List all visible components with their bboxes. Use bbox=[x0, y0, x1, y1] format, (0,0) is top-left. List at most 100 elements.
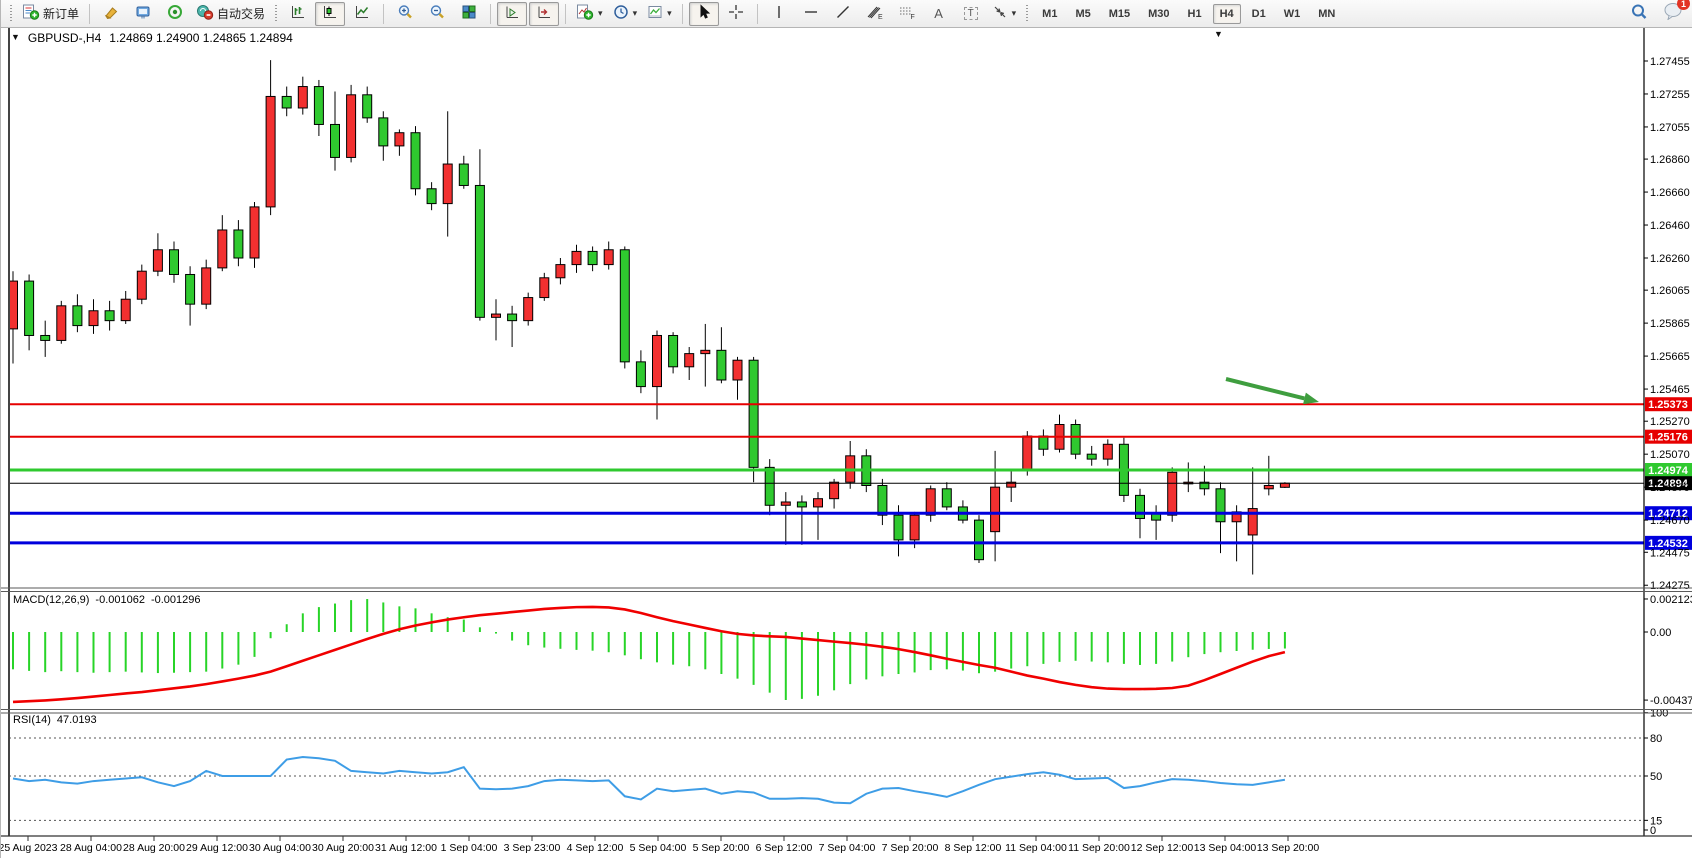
toolbar: 新订单 自动交易 bbox=[1, 0, 1692, 28]
toolbar-right: 1 bbox=[1623, 2, 1689, 26]
chart-shift-icon bbox=[536, 4, 552, 23]
vertical-line-icon bbox=[773, 4, 785, 23]
candlestick-chart-button[interactable] bbox=[315, 2, 345, 26]
candles-layer bbox=[9, 60, 1290, 574]
svg-text:3 Sep 23:00: 3 Sep 23:00 bbox=[504, 842, 561, 854]
svg-text:1.26260: 1.26260 bbox=[1650, 253, 1690, 265]
cursor-tool-button[interactable] bbox=[689, 2, 719, 26]
tab-timeframe-M5[interactable]: M5 bbox=[1068, 4, 1097, 24]
chat-icon bbox=[1663, 7, 1683, 24]
svg-text:1.25865: 1.25865 bbox=[1650, 318, 1690, 330]
auto-trading-button[interactable]: 自动交易 bbox=[192, 2, 269, 26]
svg-text:-0.004378: -0.004378 bbox=[1650, 695, 1692, 707]
svg-text:E: E bbox=[878, 14, 883, 20]
toolbar-separator bbox=[682, 4, 683, 24]
svg-text:4 Sep 12:00: 4 Sep 12:00 bbox=[567, 842, 624, 854]
chevron-down-icon: ▾ bbox=[667, 8, 672, 19]
new-order-button[interactable]: 新订单 bbox=[18, 2, 83, 26]
toolbar-grip[interactable] bbox=[274, 5, 278, 23]
zoom-in-icon bbox=[397, 4, 413, 23]
tab-timeframe-M15[interactable]: M15 bbox=[1102, 4, 1137, 24]
tab-timeframe-D1[interactable]: D1 bbox=[1245, 4, 1273, 24]
equidistant-channel-tool[interactable]: E bbox=[860, 2, 890, 26]
svg-text:1.26660: 1.26660 bbox=[1650, 187, 1690, 199]
svg-text:1 Sep 04:00: 1 Sep 04:00 bbox=[441, 842, 498, 854]
trendline-tool[interactable] bbox=[828, 2, 858, 26]
tab-timeframe-H1[interactable]: H1 bbox=[1181, 4, 1209, 24]
line-chart-button[interactable] bbox=[347, 2, 377, 26]
templates-button[interactable]: ▾ bbox=[643, 2, 676, 26]
svg-text:1.24475: 1.24475 bbox=[1650, 547, 1690, 559]
svg-text:1.25665: 1.25665 bbox=[1650, 351, 1690, 363]
chat-button[interactable]: 1 bbox=[1663, 2, 1683, 25]
svg-text:28 Aug 20:00: 28 Aug 20:00 bbox=[123, 842, 185, 854]
tab-timeframe-W1[interactable]: W1 bbox=[1277, 4, 1308, 24]
chart-canvas[interactable]: 1.253731.251761.249741.248941.247121.245… bbox=[1, 0, 1692, 858]
trendline-icon bbox=[835, 4, 851, 23]
vertical-line-tool[interactable] bbox=[764, 2, 794, 26]
editor-icon bbox=[135, 4, 151, 23]
periods-button[interactable]: ▾ bbox=[609, 2, 642, 26]
auto-scroll-button[interactable] bbox=[497, 2, 527, 26]
svg-text:1.24974: 1.24974 bbox=[1648, 465, 1689, 477]
text-tool[interactable]: A bbox=[924, 2, 954, 26]
svg-text:0.002123: 0.002123 bbox=[1650, 594, 1692, 606]
svg-text:31 Aug 12:00: 31 Aug 12:00 bbox=[375, 842, 437, 854]
tab-timeframe-M30[interactable]: M30 bbox=[1141, 4, 1176, 24]
zoom-out-icon bbox=[429, 4, 445, 23]
toolbar-grip[interactable] bbox=[1025, 5, 1029, 23]
svg-text:50: 50 bbox=[1650, 771, 1662, 783]
metaeditor-button[interactable] bbox=[128, 2, 158, 26]
bar-chart-button[interactable] bbox=[283, 2, 313, 26]
mt4-window: 新订单 自动交易 bbox=[0, 0, 1692, 858]
tab-timeframe-MN[interactable]: MN bbox=[1311, 4, 1342, 24]
chevron-down-icon: ▾ bbox=[633, 8, 638, 19]
svg-text:30 Aug 04:00: 30 Aug 04:00 bbox=[249, 842, 311, 854]
chart-shift-button[interactable] bbox=[529, 2, 559, 26]
chevron-down-icon: ▾ bbox=[1012, 8, 1017, 19]
tab-timeframe-H4[interactable]: H4 bbox=[1213, 4, 1241, 24]
fibonacci-icon: F bbox=[898, 4, 916, 23]
text-label-tool[interactable]: T bbox=[956, 2, 986, 26]
rsi-panel: 1008050150 bbox=[9, 708, 1668, 837]
signals-button[interactable] bbox=[160, 2, 190, 26]
tab-timeframe-M1[interactable]: M1 bbox=[1035, 4, 1064, 24]
svg-text:30 Aug 20:00: 30 Aug 20:00 bbox=[312, 842, 374, 854]
toolbar-separator bbox=[490, 4, 491, 24]
svg-text:1.24275: 1.24275 bbox=[1650, 580, 1690, 592]
svg-text:5 Sep 04:00: 5 Sep 04:00 bbox=[630, 842, 687, 854]
arrows-tool[interactable]: ▾ bbox=[988, 2, 1021, 26]
fibonacci-tool[interactable]: F bbox=[892, 2, 922, 26]
svg-text:28 Aug 04:00: 28 Aug 04:00 bbox=[60, 842, 122, 854]
zoom-in-button[interactable] bbox=[390, 2, 420, 26]
svg-text:1.25270: 1.25270 bbox=[1650, 416, 1690, 428]
svg-text:1.25070: 1.25070 bbox=[1650, 449, 1690, 461]
svg-text:1.24670: 1.24670 bbox=[1650, 515, 1690, 527]
svg-text:1.25373: 1.25373 bbox=[1648, 399, 1688, 411]
svg-text:7 Sep 20:00: 7 Sep 20:00 bbox=[882, 842, 939, 854]
search-button[interactable] bbox=[1624, 2, 1654, 26]
bar-chart-icon bbox=[290, 4, 306, 23]
svg-text:1.25465: 1.25465 bbox=[1650, 384, 1690, 396]
styler-button[interactable] bbox=[96, 2, 126, 26]
zoom-out-button[interactable] bbox=[422, 2, 452, 26]
chart-menu-marker[interactable]: ▼ bbox=[1214, 29, 1223, 39]
tile-windows-button[interactable] bbox=[454, 2, 484, 26]
channel-icon: E bbox=[866, 4, 884, 23]
toolbar-separator bbox=[383, 4, 384, 24]
svg-text:12 Sep 12:00: 12 Sep 12:00 bbox=[1131, 842, 1194, 854]
search-icon bbox=[1630, 3, 1648, 24]
svg-text:1.27055: 1.27055 bbox=[1650, 122, 1690, 134]
svg-text:13 Sep 04:00: 13 Sep 04:00 bbox=[1194, 842, 1257, 854]
crosshair-tool-button[interactable] bbox=[721, 2, 751, 26]
line-chart-icon bbox=[354, 4, 370, 23]
svg-text:1.26065: 1.26065 bbox=[1650, 285, 1690, 297]
horizontal-line-tool[interactable] bbox=[796, 2, 826, 26]
trend-arrow-annotation bbox=[1226, 379, 1319, 404]
toolbar-grip[interactable] bbox=[9, 5, 13, 23]
chevron-down-icon: ▾ bbox=[598, 8, 603, 19]
indicators-button[interactable]: ▾ bbox=[572, 2, 607, 26]
notification-badge: 1 bbox=[1677, 0, 1690, 10]
timeframe-group: M1M5M15M30H1H4D1W1MN bbox=[1033, 4, 1344, 24]
chart-frames bbox=[1, 28, 1692, 836]
